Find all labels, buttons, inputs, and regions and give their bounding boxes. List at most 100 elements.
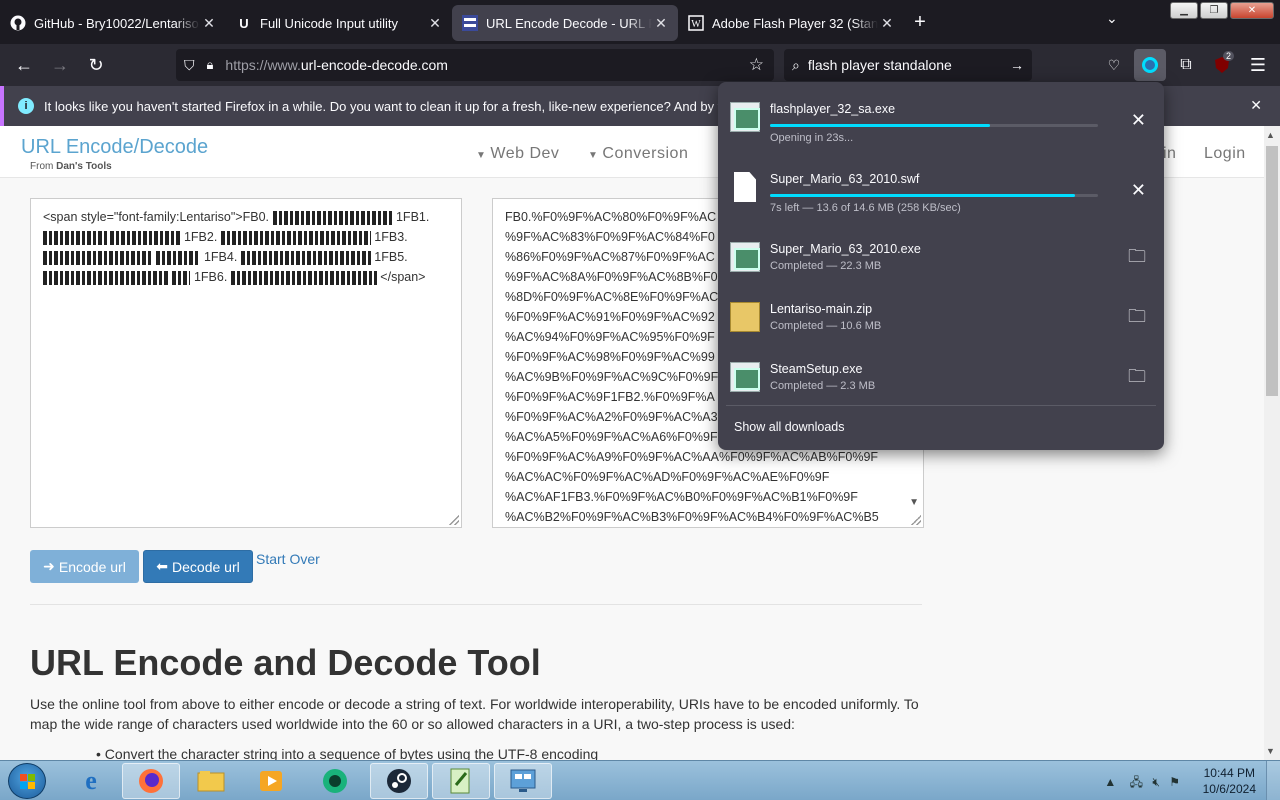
start-button[interactable] xyxy=(8,763,46,799)
search-input[interactable]: flash player standalone xyxy=(808,57,952,73)
decode-button[interactable]: ⬅ Decode url xyxy=(143,550,253,583)
app-green-icon[interactable] xyxy=(306,763,364,799)
restore-button[interactable]: ❐ xyxy=(1200,2,1228,19)
downloads-icon[interactable] xyxy=(1134,49,1166,81)
search-bar[interactable]: ⌕ flash player standalone → xyxy=(784,49,1032,81)
folder-icon[interactable]: 🗀 xyxy=(1128,304,1146,334)
download-name: Lentariso-main.zip xyxy=(770,302,873,316)
close-icon[interactable]: ✕ xyxy=(1250,97,1262,114)
flag-icon[interactable]: ⚑ xyxy=(1169,775,1180,789)
clock-time: 10:44 PM xyxy=(1203,766,1255,780)
byline-from: From xyxy=(30,161,54,172)
menu-icon[interactable]: ☰ xyxy=(1242,49,1274,81)
url-bar[interactable]: ⛉ 🔒︎ https://www. url-encode-decode.com ☆ xyxy=(176,49,774,81)
download-item[interactable]: Lentariso-main.zip Completed — 10.6 MB 🗀 xyxy=(718,288,1164,348)
close-window-button[interactable]: ✕ xyxy=(1230,2,1274,19)
menu-conversion[interactable]: ▼ Conversion xyxy=(588,145,688,163)
menu-web-dev[interactable]: ▼ Web Dev xyxy=(476,145,559,163)
download-status: 7s left — 13.6 of 14.6 MB (258 KB/sec) xyxy=(770,202,961,214)
wiki-icon: W xyxy=(688,15,704,31)
scroll-down-icon[interactable]: ▼ xyxy=(909,493,919,513)
network-icon[interactable]: 🖧 xyxy=(1130,775,1143,789)
firefox-icon[interactable] xyxy=(122,763,180,799)
glyph-run xyxy=(230,270,377,285)
zip-file-icon xyxy=(730,302,760,332)
site-byline: From Dan's Tools xyxy=(30,161,112,172)
clock[interactable]: 10:44 PM 10/6/2024 xyxy=(1203,765,1256,797)
close-icon[interactable]: ✕ xyxy=(200,15,218,32)
resize-handle[interactable] xyxy=(911,515,921,525)
progress-fill xyxy=(770,124,990,127)
divider xyxy=(30,604,922,605)
resize-handle[interactable] xyxy=(449,515,459,525)
download-name: Super_Mario_63_2010.swf xyxy=(770,172,920,186)
minimize-button[interactable]: ▁ xyxy=(1170,2,1198,19)
tab-adobe-flash[interactable]: W Adobe Flash Player 32 (Standalo ✕ xyxy=(678,5,904,41)
glyph-run xyxy=(240,250,371,265)
tab-url-encode[interactable]: URL Encode Decode - URL Perc ✕ xyxy=(452,5,678,41)
shield-icon[interactable]: ⛉ xyxy=(184,57,195,74)
bookmark-star-icon[interactable]: ☆ xyxy=(749,55,764,75)
site-logo[interactable]: URL Encode/Decode xyxy=(21,136,208,159)
scroll-up-icon[interactable]: ▲ xyxy=(1266,130,1275,140)
unicode-icon: U xyxy=(239,15,249,31)
close-icon[interactable]: ✕ xyxy=(426,15,444,32)
volume-muted-icon[interactable]: 🔇︎ xyxy=(1152,775,1160,789)
extensions-icon[interactable]: ⧉ xyxy=(1170,49,1202,81)
scroll-down-icon[interactable]: ▼ xyxy=(1266,746,1275,756)
encoded-line: %F0%9F%AC%A9%F0%9F%AC%AA%F0%9F%AC%AB%F0%… xyxy=(505,450,879,464)
tab-title: Full Unicode Input utility xyxy=(260,15,399,31)
tab-strip: GitHub - Bry10022/Lentariso: Th ✕ U Full… xyxy=(0,0,1280,44)
exe-file-icon xyxy=(730,242,760,272)
new-tab-button[interactable]: + xyxy=(904,11,936,34)
byline-author[interactable]: Dan's Tools xyxy=(56,161,112,172)
steam-icon[interactable] xyxy=(370,763,428,799)
folder-icon[interactable]: 🗀 xyxy=(1128,364,1146,394)
control-panel-icon[interactable] xyxy=(494,763,552,799)
download-item[interactable]: Super_Mario_63_2010.exe Completed — 22.3… xyxy=(718,228,1164,288)
internet-explorer-icon[interactable]: e xyxy=(62,763,120,799)
download-name: SteamSetup.exe xyxy=(770,362,863,376)
close-icon[interactable]: ✕ xyxy=(652,15,670,32)
menu-login[interactable]: Login xyxy=(1204,145,1246,163)
menu-signin[interactable]: in xyxy=(1163,145,1176,163)
pocket-icon[interactable]: ♡ xyxy=(1098,49,1130,81)
folder-icon[interactable]: 🗀 xyxy=(1128,244,1146,274)
cancel-icon[interactable]: ✕ xyxy=(1131,110,1146,131)
glyph-run xyxy=(43,250,153,265)
scroll-thumb[interactable] xyxy=(1266,146,1278,396)
tab-github[interactable]: GitHub - Bry10022/Lentariso: Th ✕ xyxy=(0,5,226,41)
lock-icon[interactable]: 🔒︎ xyxy=(207,57,214,73)
download-item[interactable]: flashplayer_32_sa.exe Opening in 23s... … xyxy=(718,88,1164,148)
input-textarea[interactable]: <span style="font-family:Lentariso">FB0.… xyxy=(30,198,462,528)
media-player-icon[interactable] xyxy=(242,763,300,799)
input-label: 1FB3. xyxy=(374,230,408,244)
glyph-run xyxy=(220,230,371,245)
go-arrow-icon[interactable]: → xyxy=(1010,57,1024,73)
list-item-text: Convert the character string into a sequ… xyxy=(104,746,599,760)
back-arrow-icon[interactable]: ← xyxy=(6,49,42,81)
page-scrollbar[interactable]: ▲ ▼ xyxy=(1264,126,1280,760)
notification-text: It looks like you haven't started Firefo… xyxy=(44,98,786,114)
download-item[interactable]: Super_Mario_63_2010.swf 7s left — 13.6 o… xyxy=(718,158,1164,218)
divider xyxy=(726,405,1156,406)
cancel-icon[interactable]: ✕ xyxy=(1131,180,1146,201)
tray-expand-icon[interactable]: ▲ xyxy=(1104,775,1116,789)
forward-arrow-icon[interactable]: → xyxy=(42,49,78,81)
tab-unicode[interactable]: U Full Unicode Input utility ✕ xyxy=(226,5,452,41)
encode-button[interactable]: ➜ Encode url xyxy=(30,550,139,583)
download-item[interactable]: SteamSetup.exe Completed — 2.3 MB 🗀 xyxy=(718,348,1164,408)
download-name: Super_Mario_63_2010.exe xyxy=(770,242,921,256)
reload-icon[interactable]: ↻ xyxy=(78,49,114,81)
ublock-icon[interactable]: 2 xyxy=(1206,49,1238,81)
svg-text:W: W xyxy=(691,19,701,30)
download-status: Completed — 22.3 MB xyxy=(770,260,882,272)
chevron-down-icon[interactable]: ⌄ xyxy=(1106,10,1118,27)
file-explorer-icon[interactable] xyxy=(182,763,240,799)
page-heading: URL Encode and Decode Tool xyxy=(30,642,541,683)
show-all-downloads-link[interactable]: Show all downloads xyxy=(734,420,845,434)
close-icon[interactable]: ✕ xyxy=(878,15,896,32)
start-over-link[interactable]: Start Over xyxy=(256,551,320,567)
notepad-plus-icon[interactable] xyxy=(432,763,490,799)
show-desktop-button[interactable] xyxy=(1266,761,1280,800)
